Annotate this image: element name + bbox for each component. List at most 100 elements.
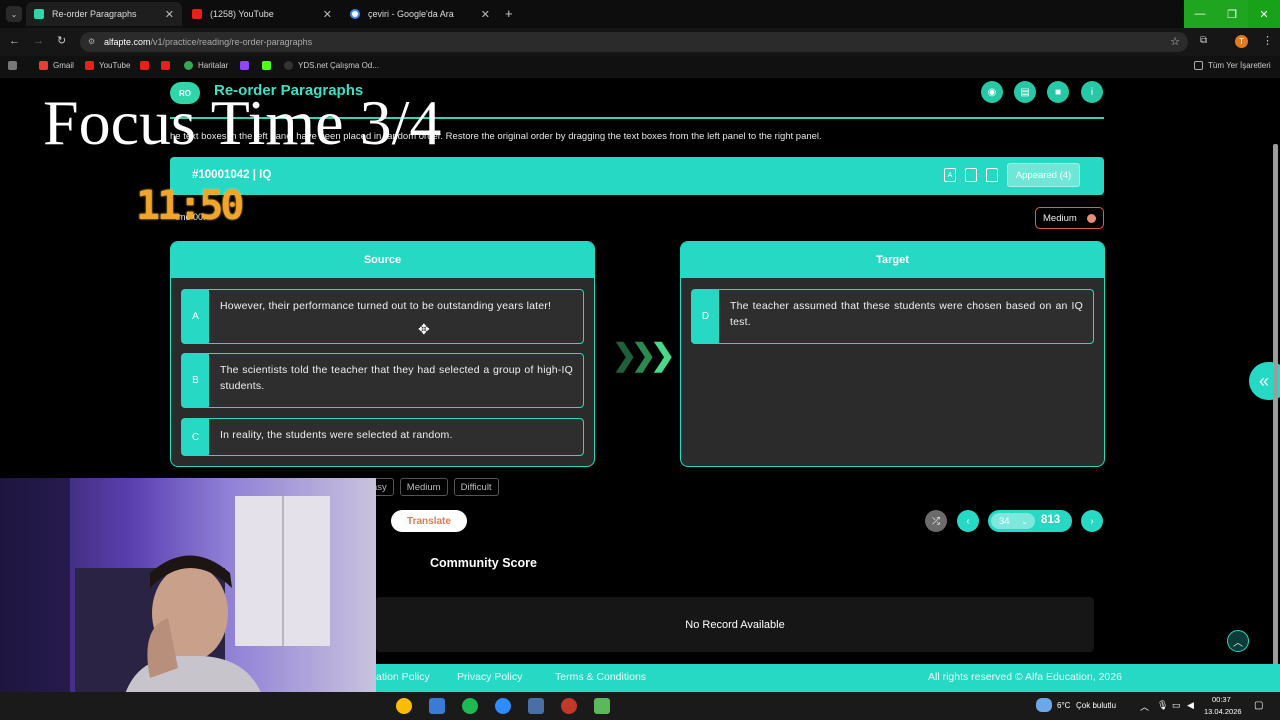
new-tab-icon[interactable]: + [505, 6, 513, 21]
bookmark-yds[interactable]: YDS.net Çalışma Od... [284, 61, 379, 70]
zoom-app-icon[interactable] [495, 698, 511, 714]
weather-temp[interactable]: 6°C [1057, 701, 1070, 710]
youtube-icon [140, 61, 149, 70]
notifications-icon[interactable]: ▢ [1254, 700, 1263, 711]
bookmark-star-icon[interactable]: ☆ [1170, 35, 1180, 48]
page-scrollbar[interactable] [1273, 144, 1278, 690]
footer-link-privacy[interactable]: Privacy Policy [457, 671, 522, 683]
card-text: In reality, the students were selected a… [220, 429, 453, 441]
url-path: /v1/practice/reading/re-order-paragraphs [150, 37, 313, 47]
chart-icon[interactable]: ▤ [1014, 81, 1036, 103]
difficulty-medium[interactable]: Medium [399, 478, 448, 496]
window-close-icon[interactable]: ✕ [1248, 0, 1280, 28]
chrome-app-icon[interactable] [396, 698, 412, 714]
tab-youtube[interactable]: (1258) YouTube ✕ [184, 2, 340, 26]
target-card-d[interactable]: D The teacher assumed that these student… [691, 289, 1094, 344]
forward-icon[interactable]: → [33, 35, 44, 47]
youtube-favicon-icon [192, 9, 202, 19]
bookmarks-bar: Gmail YouTube Haritalar YDS.net Çalışma … [0, 56, 1280, 78]
card-letter: C [182, 419, 209, 455]
footer-copyright: All rights reserved © Alfa Education, 20… [928, 671, 1122, 683]
profile-avatar[interactable]: T [1235, 35, 1248, 48]
volume-icon[interactable]: ◀ [1187, 700, 1194, 711]
tab-google[interactable]: çeviri - Google'da Ara ✕ [342, 2, 498, 26]
source-card-c[interactable]: C In reality, the students were selected… [181, 418, 584, 456]
chevron-down-icon: ⌄ [1021, 516, 1028, 526]
note-icon[interactable] [965, 168, 977, 182]
video-icon[interactable]: ■ [1047, 81, 1069, 103]
tab-title: (1258) YouTube [210, 9, 274, 19]
network-icon[interactable]: ▭ [1172, 700, 1181, 711]
google-favicon-icon [350, 9, 360, 19]
webcam-overlay [0, 478, 376, 720]
folder-icon [1194, 61, 1203, 70]
bookmark-twitch[interactable] [240, 61, 254, 70]
text-size-icon[interactable]: A [944, 168, 956, 182]
bookmark-gmail[interactable]: Gmail [39, 61, 74, 70]
bookmark-youtube-2[interactable] [140, 61, 154, 70]
clock-date[interactable]: 13.04.2026 [1204, 707, 1242, 716]
app-icon[interactable] [594, 698, 610, 714]
url-field[interactable]: ⚙ alfapte.com/v1/practice/reading/re-ord… [80, 32, 1188, 52]
next-page-icon[interactable]: › [1081, 510, 1103, 532]
source-card-b[interactable]: B The scientists told the teacher that t… [181, 353, 584, 408]
clock-time[interactable]: 00:37 [1212, 695, 1231, 704]
site-info-icon[interactable]: ⚙ [88, 37, 95, 46]
taskbar: 6°C Çok bulutlu ︿ 🎙 ▭ ◀ 00:37 13.04.2026… [0, 692, 1280, 720]
focus-timer: 11:50 [136, 183, 244, 229]
bookmark-icon[interactable] [986, 168, 998, 182]
microphone-icon[interactable]: 🎙 [1157, 700, 1168, 711]
chevron-up-icon[interactable]: ︿ [1140, 700, 1149, 713]
bookmark-red[interactable] [161, 61, 175, 70]
weather-cloud-icon [1036, 698, 1052, 712]
tips-icon[interactable]: ◉ [981, 81, 1003, 103]
bookmark-maps[interactable]: Haritalar [184, 61, 228, 70]
tab-reorder[interactable]: Re-order Paragraphs ✕ [26, 2, 182, 26]
difficulty-dot-icon [1087, 213, 1096, 223]
appeared-button[interactable]: Appeared (4) [1007, 163, 1080, 187]
extensions-icon[interactable]: ⧉ [1200, 35, 1207, 46]
close-icon[interactable]: ✕ [481, 8, 490, 21]
menu-kebab-icon[interactable]: ⋮ [1262, 34, 1273, 47]
difficulty-difficult[interactable]: Difficult [453, 478, 499, 496]
difficulty-filter: asy Medium Difficult [370, 478, 499, 496]
card-text: The scientists told the teacher that the… [220, 364, 573, 392]
focus-time-overlay: Focus Time 3/4 [43, 87, 442, 158]
source-title: Source [171, 242, 594, 278]
page-select[interactable]: 34 ⌄ [991, 513, 1035, 529]
gmail-icon [39, 61, 48, 70]
back-icon[interactable]: ← [9, 35, 20, 47]
difficulty-badge[interactable]: Medium [1035, 207, 1104, 229]
tab-title: çeviri - Google'da Ara [368, 9, 454, 19]
card-letter: D [692, 290, 719, 343]
transfer-arrows-icon: ❯❯❯ [612, 339, 675, 372]
minimize-icon[interactable]: — [1184, 0, 1216, 28]
all-bookmarks[interactable]: Tüm Yer İşaretleri [1194, 61, 1271, 70]
bookmark-kick[interactable] [262, 61, 276, 70]
close-icon[interactable]: ✕ [165, 8, 174, 21]
translate-button[interactable]: Translate [391, 510, 467, 532]
reload-icon[interactable]: ↻ [57, 34, 66, 47]
twitch-icon [240, 61, 249, 70]
restore-icon[interactable]: ❐ [1216, 0, 1248, 28]
url-host: alfapte.com [104, 37, 151, 47]
close-icon[interactable]: ✕ [323, 8, 332, 21]
footer-link-terms[interactable]: Terms & Conditions [555, 671, 646, 683]
maps-pin-icon [184, 61, 193, 70]
info-icon[interactable]: i [1081, 81, 1103, 103]
ms365-app-icon[interactable] [429, 698, 445, 714]
weather-desc[interactable]: Çok bulutlu [1076, 701, 1116, 710]
footer-link-policy[interactable]: ation Policy [376, 671, 430, 683]
source-card-a[interactable]: A However, their performance turned out … [181, 289, 584, 344]
recorder-app-icon[interactable] [561, 698, 577, 714]
spotify-app-icon[interactable] [462, 698, 478, 714]
bookmark-youtube[interactable]: YouTube [85, 61, 130, 70]
address-bar-row: ← → ↻ ⚙ alfapte.com/v1/practice/reading/… [0, 28, 1280, 56]
shuffle-icon[interactable]: ⤮ [925, 510, 947, 532]
scroll-to-top-icon[interactable]: ︿ [1227, 630, 1249, 652]
app-icon[interactable] [528, 698, 544, 714]
apps-grid-icon[interactable] [8, 61, 22, 70]
source-panel: Source A However, their performance turn… [170, 241, 595, 467]
tab-search-icon[interactable]: ⌄ [6, 6, 22, 22]
prev-page-icon[interactable]: ‹ [957, 510, 979, 532]
